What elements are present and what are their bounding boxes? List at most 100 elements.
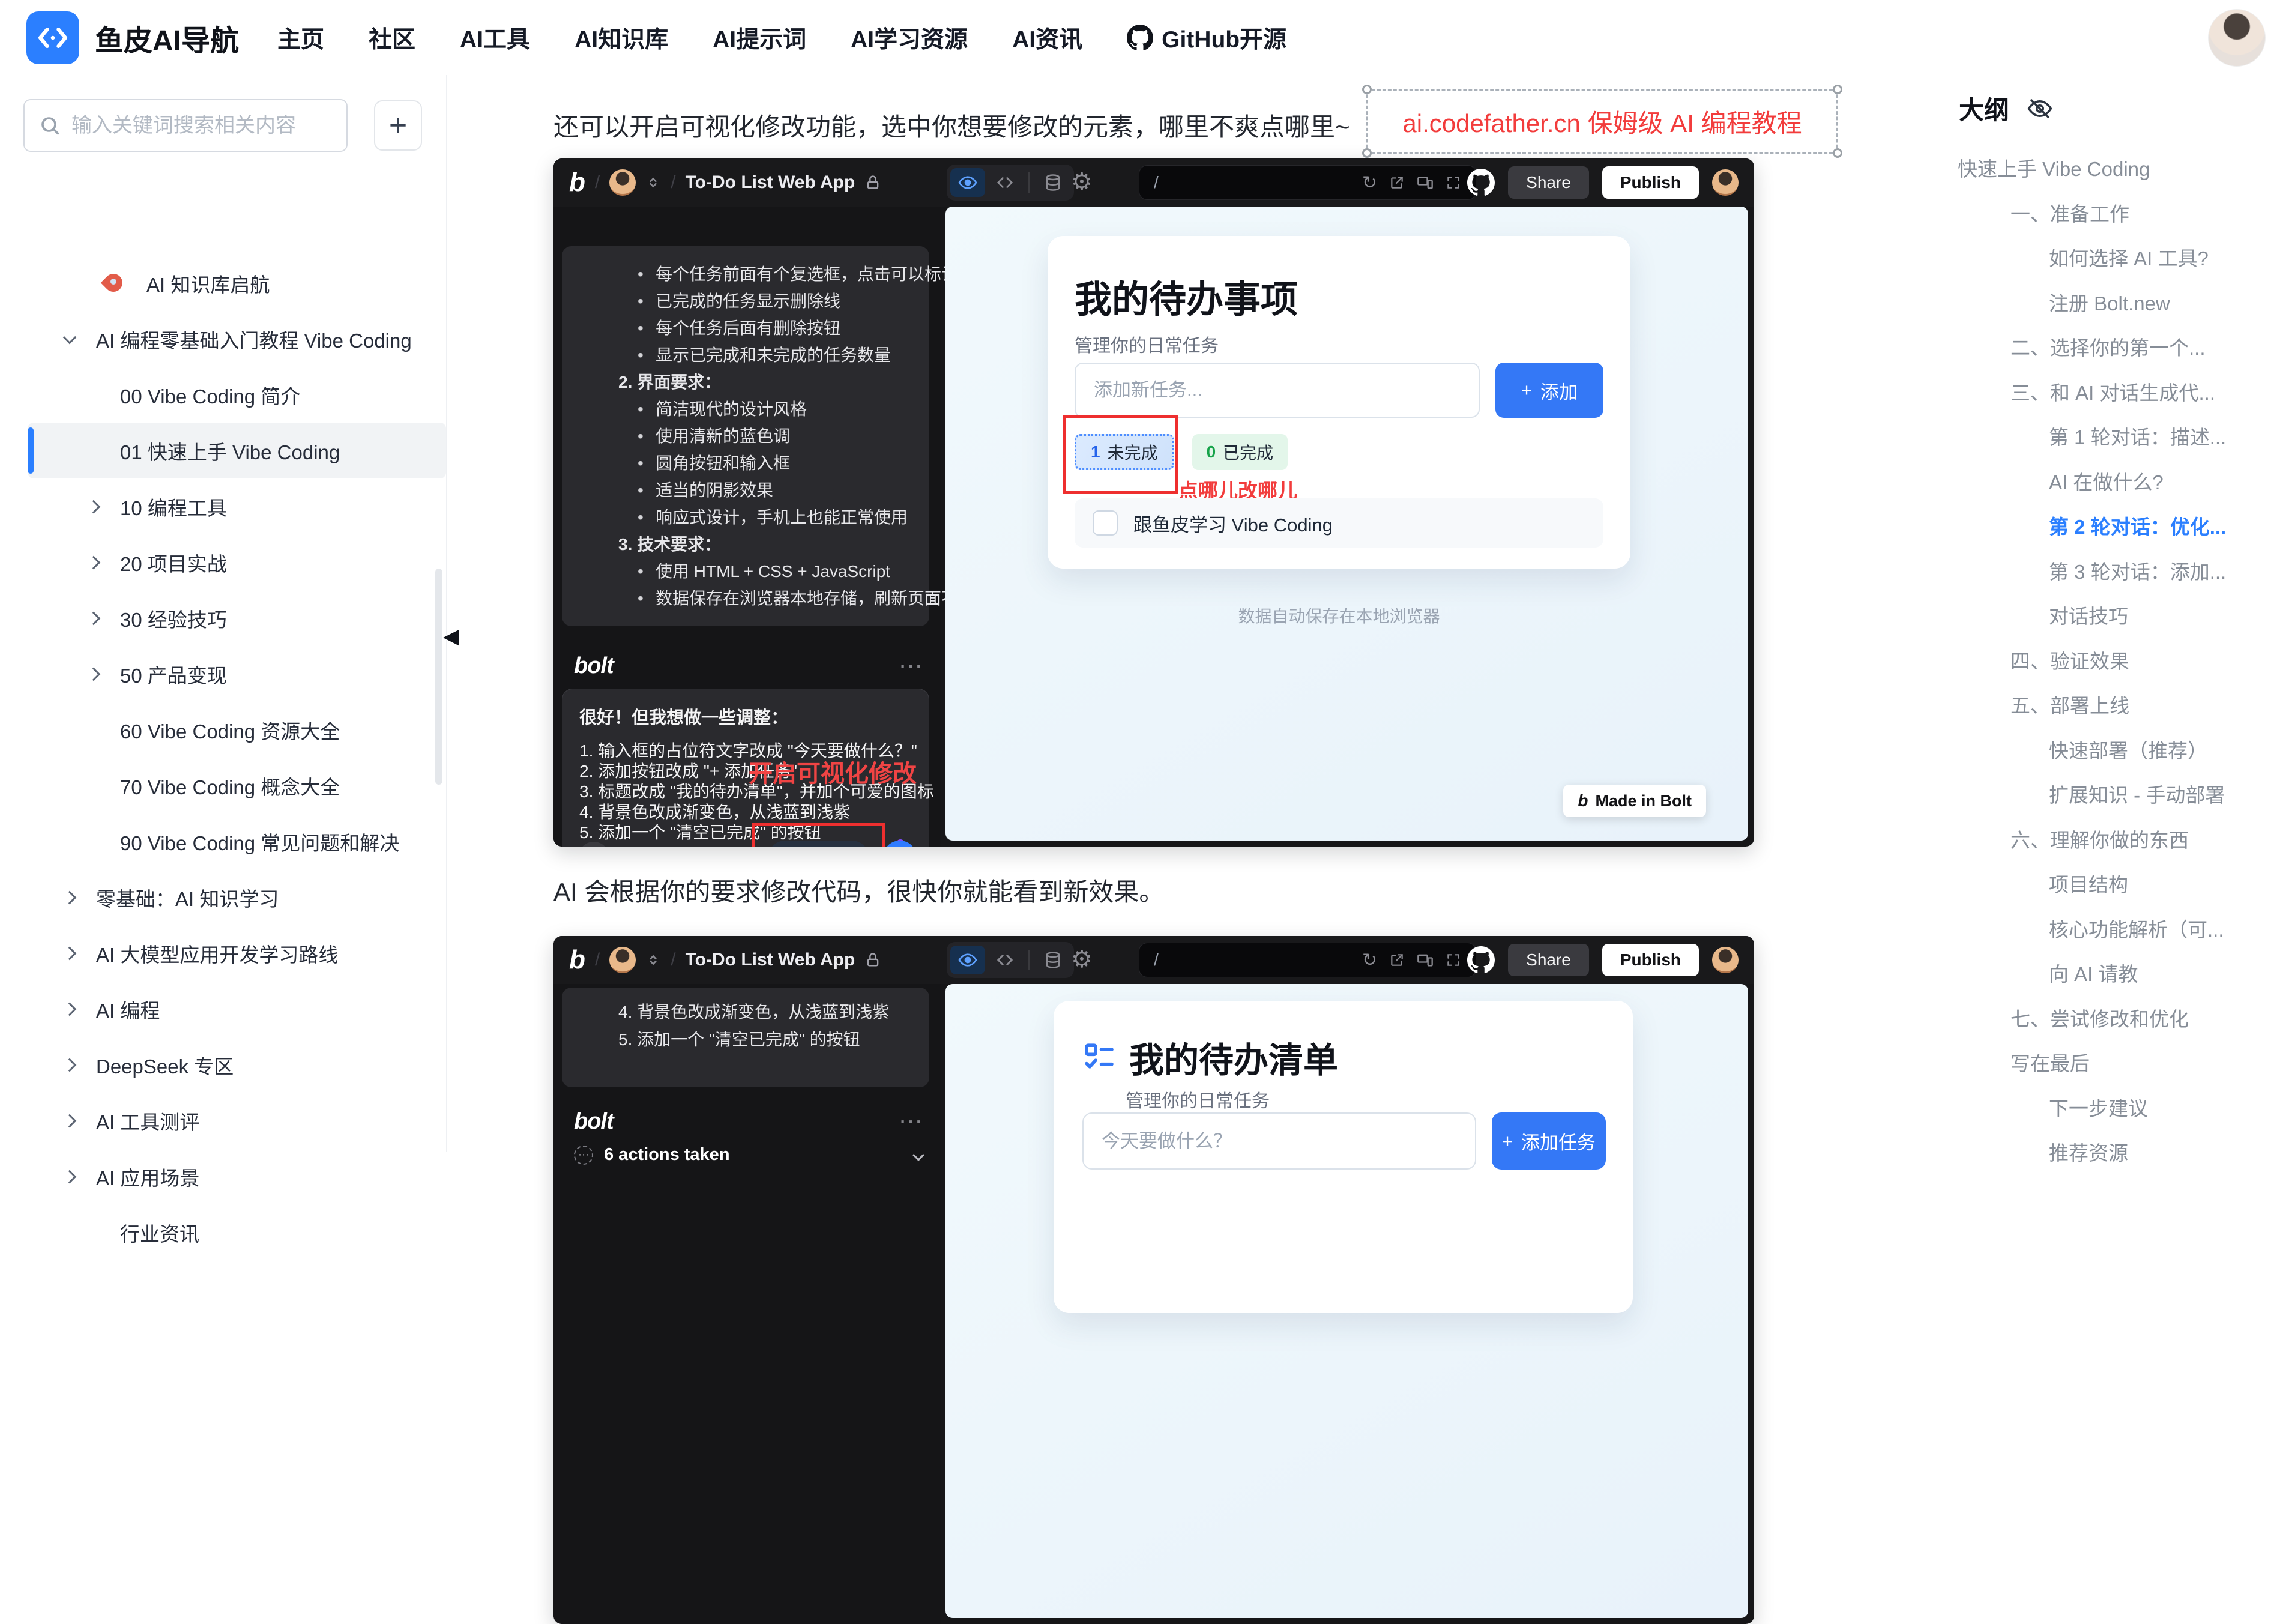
url-path: / xyxy=(1154,173,1159,192)
outline-item[interactable]: 向 AI 请教 xyxy=(1955,950,2274,995)
sidebar-item[interactable]: DeepSeek 专区 xyxy=(0,1037,446,1093)
sidebar-item-label: AI 应用场景 xyxy=(96,1162,199,1191)
preview-url-bar: / ↻ xyxy=(1139,165,1476,200)
composer-item: 4. 背景色改成渐变色，从浅蓝到浅紫 xyxy=(579,802,912,823)
prompt-bullet: 使用 HTML + CSS + JavaScript xyxy=(580,558,911,585)
nav-item[interactable]: 社区 xyxy=(369,21,415,55)
bolt-toolbar: b / / To-Do List Web App ⚙ xyxy=(553,158,1754,207)
chevron-icon[interactable] xyxy=(82,614,106,623)
sidebar-item-label: 30 经验技巧 xyxy=(120,604,227,633)
outline-item[interactable]: 第 1 轮对话：描述... xyxy=(1955,414,2274,459)
sidebar-item-label: 00 Vibe Coding 简介 xyxy=(120,381,300,409)
bolt-toolbar: b / / To-Do List Web App ⚙ xyxy=(553,936,1754,984)
outline-item[interactable]: 二、选择你的第一个... xyxy=(1955,324,2274,369)
sidebar-item[interactable]: AI 知识库启航 xyxy=(0,255,446,311)
screenshot-bolt-1[interactable]: b / / To-Do List Web App ⚙ xyxy=(553,158,1754,847)
outline-item[interactable]: 如何选择 AI 工具? xyxy=(1955,235,2274,280)
sidebar-item[interactable]: 行业资讯 xyxy=(0,1204,446,1260)
outline-item[interactable]: 核心功能解析（可... xyxy=(1955,906,2274,951)
selection-handle xyxy=(1362,85,1372,94)
sidebar-scrollbar[interactable] xyxy=(435,569,442,785)
sidebar-item[interactable]: AI 编程 xyxy=(0,981,446,1037)
github-icon xyxy=(1127,25,1153,51)
sidebar-item[interactable]: AI 工具测评 xyxy=(0,1093,446,1149)
nav-item[interactable]: AI工具 xyxy=(460,21,530,55)
sidebar-item[interactable]: 20 项目实战 xyxy=(0,534,446,590)
search-input[interactable] xyxy=(71,114,332,137)
outline-item[interactable]: 扩展知识 - 手动部署 xyxy=(1955,771,2274,817)
outline-item[interactable]: 注册 Bolt.new xyxy=(1955,280,2274,325)
outline-item[interactable]: 第 3 轮对话：添加... xyxy=(1955,548,2274,593)
sidebar-item[interactable]: AI 应用场景 xyxy=(0,1149,446,1204)
task-row: 跟鱼皮学习 Vibe Coding xyxy=(1075,498,1603,548)
more-options-icon: ⋯ xyxy=(899,652,923,680)
app-preview: 我的待办清单 管理你的日常任务 +添加任务 xyxy=(945,984,1748,1618)
chevron-icon[interactable] xyxy=(58,1172,82,1182)
sidebar-item[interactable]: 90 Vibe Coding 常见问题和解决 xyxy=(0,814,446,869)
nav-item[interactable]: AI知识库 xyxy=(575,21,668,55)
chevron-icon[interactable] xyxy=(58,893,82,902)
add-button[interactable]: + xyxy=(374,100,422,151)
nav-item[interactable]: 主页 xyxy=(277,21,324,55)
sidebar-item[interactable]: AI 编程零基础入门教程 Vibe Coding xyxy=(0,311,446,367)
screenshot-bolt-2[interactable]: b / / To-Do List Web App ⚙ xyxy=(553,936,1754,1624)
todo-card: 我的待办清单 管理你的日常任务 +添加任务 xyxy=(1054,1001,1633,1313)
preview-eye-icon xyxy=(950,946,985,974)
outline-item[interactable]: 对话技巧 xyxy=(1955,593,2274,638)
main-nav: 主页 社区 AI工具 AI知识库 AI提示词 AI学习资源 AI资讯 xyxy=(277,21,1082,55)
outline-item[interactable]: 六、理解你做的东西 xyxy=(1955,817,2274,862)
publish-button: Publish xyxy=(1602,166,1699,199)
chevron-icon[interactable] xyxy=(58,1060,82,1070)
outline-item[interactable]: 下一步建议 xyxy=(1955,1085,2274,1130)
sidebar-item[interactable]: 00 Vibe Coding 简介 xyxy=(0,367,446,423)
outline-item[interactable]: 推荐资源 xyxy=(1955,1129,2274,1174)
sidebar-item[interactable]: 30 经验技巧 xyxy=(0,590,446,646)
chevron-icon[interactable] xyxy=(82,669,106,679)
devices-icon xyxy=(1417,952,1434,968)
sidebar-item-label: AI 大模型应用开发学习路线 xyxy=(96,939,338,968)
sidebar-item[interactable]: 60 Vibe Coding 资源大全 xyxy=(0,702,446,758)
outline-item[interactable]: 项目结构 xyxy=(1955,861,2274,906)
chevron-icon[interactable] xyxy=(58,1004,82,1014)
sidebar-item[interactable]: 50 产品变现 xyxy=(0,646,446,702)
nav-item-github[interactable]: GitHub开源 xyxy=(1127,21,1286,55)
outline-item[interactable]: 四、验证效果 xyxy=(1955,638,2274,683)
sidebar-item[interactable]: 01 快速上手 Vibe Coding xyxy=(28,423,446,478)
nav-item[interactable]: AI提示词 xyxy=(713,21,806,55)
brand[interactable]: 鱼皮AI导航 xyxy=(26,11,239,64)
sidebar-item-label: 70 Vibe Coding 概念大全 xyxy=(120,771,340,800)
chevron-icon[interactable] xyxy=(82,558,106,567)
sidebar-item[interactable]: 10 编程工具 xyxy=(0,478,446,534)
chevron-icon[interactable] xyxy=(58,1116,82,1126)
prompt-bullet: 圆角按钮和输入框 xyxy=(580,450,911,477)
nav-item[interactable]: AI学习资源 xyxy=(851,21,968,55)
chevron-icon[interactable] xyxy=(82,502,106,512)
outline-item[interactable]: 五、部署上线 xyxy=(1955,682,2274,727)
chevron-icon[interactable] xyxy=(58,949,82,958)
task-checkbox xyxy=(1093,510,1118,536)
user-avatar[interactable] xyxy=(2208,9,2266,67)
refresh-icon: ↻ xyxy=(1362,172,1377,193)
account-avatar xyxy=(1712,169,1739,196)
chevron-icon[interactable] xyxy=(58,336,82,342)
sidebar-item[interactable]: 零基础：AI 知识学习 xyxy=(0,869,446,925)
prompt-bullet: 显示已完成和未完成的任务数量 xyxy=(580,342,911,369)
outline-item[interactable]: 三、和 AI 对话生成代... xyxy=(1955,369,2274,414)
view-mode-switch xyxy=(947,165,1074,201)
sidebar-item[interactable]: 70 Vibe Coding 概念大全 xyxy=(0,758,446,814)
eye-off-icon[interactable] xyxy=(2027,96,2052,121)
outline-item[interactable]: 快速部署（推荐） xyxy=(1955,727,2274,772)
sidebar-collapse-icon[interactable]: ◀ xyxy=(443,624,459,648)
outline-item[interactable]: 七、尝试修改和优化 xyxy=(1955,995,2274,1040)
outline-item[interactable]: AI 在做什么? xyxy=(1955,459,2274,504)
outline-item[interactable]: 快速上手 Vibe Coding xyxy=(1955,145,2274,190)
sidebar-item-label: DeepSeek 专区 xyxy=(96,1051,234,1079)
outline-item[interactable]: 第 2 轮对话：优化... xyxy=(1955,503,2274,548)
outline-item[interactable]: 写在最后 xyxy=(1955,1040,2274,1085)
prompt-bullet: 每个任务前面有个复选框，点击可以标记完成 xyxy=(580,261,911,288)
sidebar-item-label: 90 Vibe Coding 常见问题和解决 xyxy=(120,827,399,856)
nav-item[interactable]: AI资讯 xyxy=(1012,21,1082,55)
outline-item[interactable]: 一、准备工作 xyxy=(1955,190,2274,235)
sidebar-item[interactable]: AI 大模型应用开发学习路线 xyxy=(0,925,446,981)
project-title: To-Do List Web App xyxy=(686,172,855,193)
